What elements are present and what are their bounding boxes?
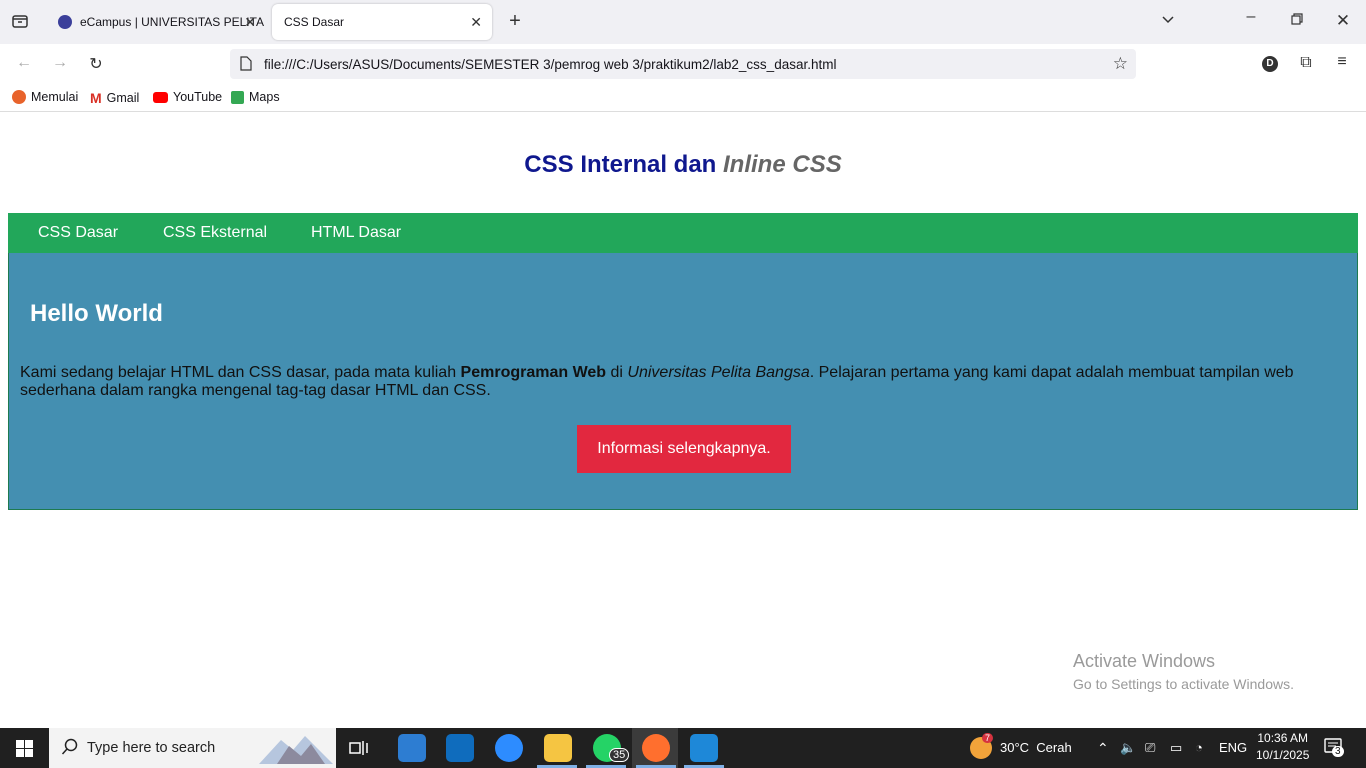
new-tab-icon[interactable]: + [505,10,525,33]
windows-start-icon[interactable] [16,740,33,762]
tab-css-dasar[interactable]: CSS Dasar ✕ [272,4,492,40]
reload-icon[interactable]: ↻ [86,54,106,74]
clock-date: 10/1/2025 [1256,748,1310,762]
url-text: file:///C:/Users/ASUS/Documents/SEMESTER… [264,56,837,72]
menu-item-css-dasar[interactable]: CSS Dasar [38,224,118,242]
tab-label: eCampus | UNIVERSITAS PELITA [80,15,265,29]
battery-icon[interactable]: ▭ [1170,740,1182,756]
menu-item-css-eksternal[interactable]: CSS Eksternal [163,224,267,242]
title-main: CSS Internal dan [524,151,717,178]
back-icon[interactable]: ← [14,54,34,72]
meet-now-icon[interactable]: ⎚ [1145,740,1155,756]
forward-icon[interactable]: → [50,54,70,72]
gmail-icon: M [90,90,102,106]
language-indicator[interactable]: ENG [1219,740,1247,755]
firefox-icon [12,90,26,104]
content-section: Hello World Kami sedang belajar HTML dan… [8,253,1358,510]
weather-badge: 7 [982,733,994,743]
tab-label: CSS Dasar [284,15,345,29]
page-title: CSS Internal dan Inline CSS [0,151,1366,179]
search-icon [61,738,79,760]
task-view-icon[interactable] [349,739,369,762]
hello-heading: Hello World [30,300,163,327]
more-info-button[interactable]: Informasi selengkapnya. [577,425,791,473]
wifi-icon[interactable]: ◔ [1195,740,1203,755]
weather-text[interactable]: 30°C Cerah [1000,740,1072,755]
bookmark-youtube[interactable]: YouTube [153,90,222,104]
para-bold: Pemrograman Web [460,364,607,381]
watermark-title: Activate Windows [1073,651,1216,671]
taskbar: Type here to search 35 7 30°C Cerah ⌃ 🔈 … [0,728,1366,768]
tab-strip: eCampus | UNIVERSITAS PELITA ✕ CSS Dasar… [0,0,1366,44]
bookmark-label: Gmail [106,91,140,105]
clock[interactable]: 10:36 AM 10/1/2025 [1256,731,1309,762]
para-italic: Universitas Pelita Bangsa [627,364,810,381]
search-highlight-illustration [259,732,333,768]
notification-count: 3 [1332,746,1344,757]
bookmark-label: Maps [249,90,280,104]
ecampus-favicon-icon [58,15,72,29]
intro-paragraph: Kami sedang belajar HTML dan CSS dasar, … [20,364,1320,400]
tab-list-icon[interactable] [10,12,30,35]
menu-item-html-dasar[interactable]: HTML Dasar [311,224,401,242]
watermark-subtitle: Go to Settings to activate Windows. [1073,676,1294,692]
menu-icon[interactable]: ≡ [1332,53,1352,71]
whatsapp-icon[interactable]: 35 [593,734,630,762]
weather-icon[interactable]: 7 [970,733,994,759]
vscode-icon[interactable] [690,734,718,762]
youtube-icon [153,91,168,103]
activate-windows-watermark: Activate Windows Go to Settings to activ… [1073,651,1294,692]
notification-center-icon[interactable]: 3 [1324,738,1344,761]
bookmark-label: YouTube [173,90,223,104]
minimize-icon[interactable]: – [1241,8,1261,26]
bookmarks-bar: Memulai M Gmail YouTube Maps [0,84,1366,112]
bookmark-maps[interactable]: Maps [231,90,280,104]
zoom-icon[interactable] [495,734,523,762]
para-text: Kami sedang belajar HTML dan CSS dasar, … [20,364,461,381]
page-content: CSS Internal dan Inline CSS CSS Dasar CS… [0,113,1366,728]
volume-icon[interactable]: 🔈 [1120,740,1136,756]
file-explorer-icon[interactable] [544,734,572,762]
para-text: di [606,364,628,381]
show-hidden-icons-icon[interactable]: ⌃ [1097,740,1109,757]
close-window-icon[interactable]: ✕ [1333,11,1353,31]
main-menu: CSS Dasar CSS Eksternal HTML Dasar [8,213,1358,253]
close-tab-icon[interactable]: ✕ [470,14,482,31]
outlook-icon[interactable] [446,734,474,762]
extensions-icon[interactable]: ⧉ [1296,54,1316,72]
maps-icon [231,90,244,104]
clock-time: 10:36 AM [1257,731,1309,745]
account-avatar[interactable]: D [1262,56,1278,72]
taskbar-search-input[interactable]: Type here to search [49,728,336,768]
chevron-down-icon[interactable] [1158,12,1178,33]
microsoft-store-icon[interactable] [398,734,426,762]
url-bar[interactable]: file:///C:/Users/ASUS/Documents/SEMESTER… [230,49,1136,79]
whatsapp-badge: 35 [609,748,630,762]
search-placeholder: Type here to search [87,740,216,756]
bookmark-star-icon[interactable]: ☆ [1113,54,1128,74]
bookmark-memulai[interactable]: Memulai [12,90,78,104]
bookmark-gmail[interactable]: M Gmail [90,90,139,106]
title-emphasis: Inline CSS [723,151,842,178]
tab-ecampus[interactable]: eCampus | UNIVERSITAS PELITA ✕ [46,4,266,40]
firefox-taskbar-icon[interactable] [642,734,670,762]
nav-bar: ← → ↻ file:///C:/Users/ASUS/Documents/SE… [0,44,1366,84]
page-icon [240,56,252,74]
bookmark-label: Memulai [31,90,79,104]
restore-icon[interactable] [1287,12,1307,31]
close-tab-icon[interactable]: ✕ [244,14,256,31]
